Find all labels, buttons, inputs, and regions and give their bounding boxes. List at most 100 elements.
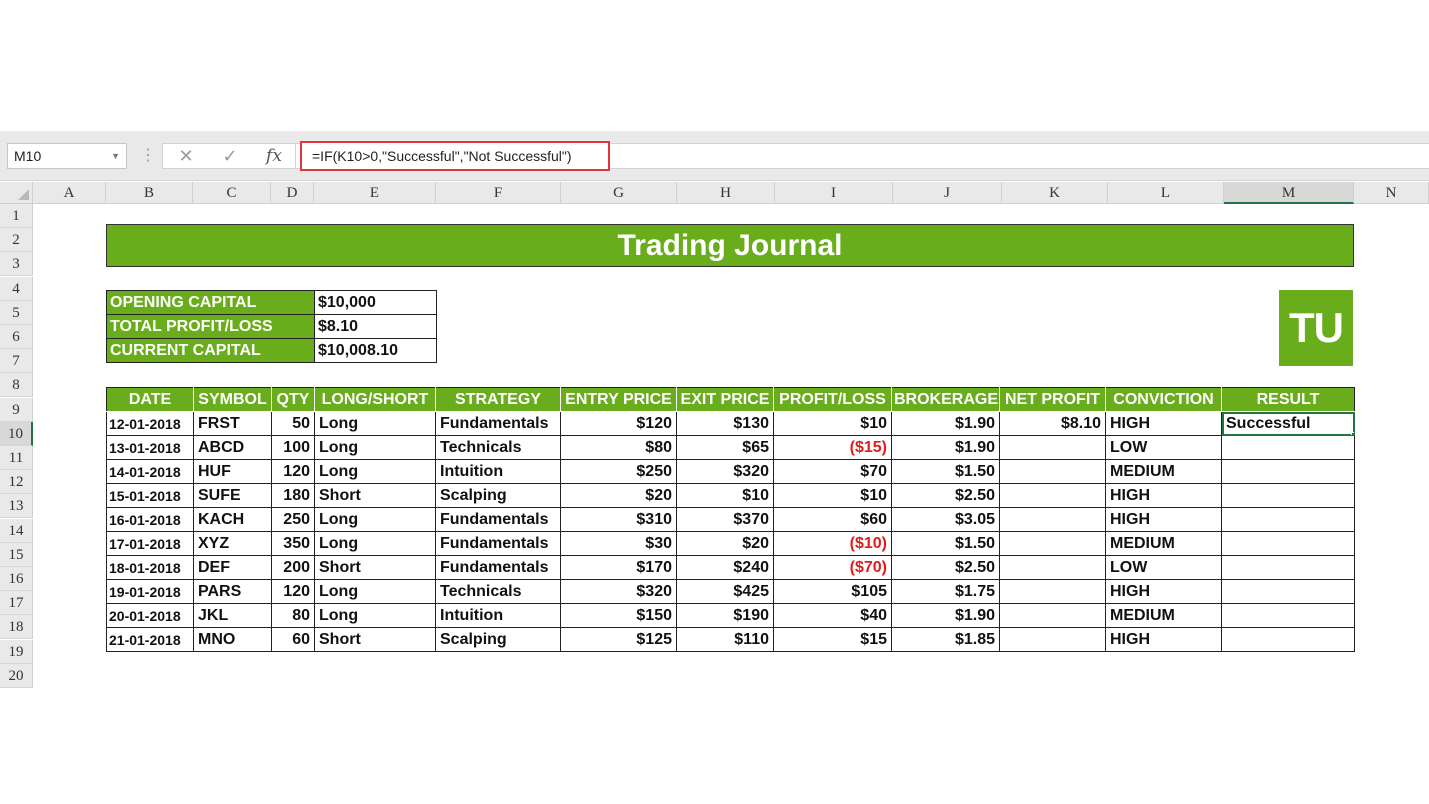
cell-brokerage[interactable]: $3.05 xyxy=(891,507,1000,532)
cell-result[interactable] xyxy=(1221,603,1355,628)
cell-brokerage[interactable]: $1.75 xyxy=(891,579,1000,604)
cell-conviction[interactable]: HIGH xyxy=(1105,627,1222,652)
cell-exit-price[interactable]: $370 xyxy=(676,507,774,532)
cell-brokerage[interactable]: $1.90 xyxy=(891,435,1000,460)
cell-entry-price[interactable]: $20 xyxy=(560,483,677,508)
cell-qty[interactable]: 50 xyxy=(271,411,315,436)
column-header-h[interactable]: H xyxy=(677,182,775,204)
cell-brokerage[interactable]: $1.50 xyxy=(891,531,1000,556)
column-conviction[interactable]: CONVICTION xyxy=(1105,387,1222,412)
column-qty[interactable]: QTY xyxy=(271,387,315,412)
cell-conviction[interactable]: MEDIUM xyxy=(1105,459,1222,484)
cell-result[interactable] xyxy=(1221,579,1355,604)
column-net-profit[interactable]: NET PROFIT xyxy=(999,387,1106,412)
cell-net-profit[interactable] xyxy=(999,531,1106,556)
row-header-6[interactable]: 6 xyxy=(0,325,33,349)
row-header-19[interactable]: 19 xyxy=(0,639,33,664)
cell-result[interactable] xyxy=(1221,483,1355,508)
summary-value[interactable]: $10,000 xyxy=(314,290,437,315)
check-icon[interactable]: ✓ xyxy=(215,144,245,168)
cell-date[interactable]: 20-01-2018 xyxy=(106,603,194,628)
cell-symbol[interactable]: HUF xyxy=(193,459,272,484)
cell-brokerage[interactable]: $1.90 xyxy=(891,603,1000,628)
cell-profit-loss[interactable]: ($70) xyxy=(773,555,892,580)
cell-long-short[interactable]: Short xyxy=(314,627,436,652)
cell-profit-loss[interactable]: $10 xyxy=(773,483,892,508)
row-header-3[interactable]: 3 xyxy=(0,252,33,277)
cell-result[interactable] xyxy=(1221,435,1355,460)
cell-brokerage[interactable]: $2.50 xyxy=(891,555,1000,580)
column-header-k[interactable]: K xyxy=(1002,182,1108,204)
summary-label[interactable]: CURRENT CAPITAL xyxy=(106,338,315,363)
cell-entry-price[interactable]: $310 xyxy=(560,507,677,532)
summary-label[interactable]: TOTAL PROFIT/LOSS xyxy=(106,314,315,339)
cell-strategy[interactable]: Scalping xyxy=(435,627,561,652)
column-entry-price[interactable]: ENTRY PRICE xyxy=(560,387,677,412)
cell-conviction[interactable]: MEDIUM xyxy=(1105,603,1222,628)
row-header-17[interactable]: 17 xyxy=(0,591,33,616)
cell-exit-price[interactable]: $110 xyxy=(676,627,774,652)
cell-brokerage[interactable]: $2.50 xyxy=(891,483,1000,508)
cell-entry-price[interactable]: $250 xyxy=(560,459,677,484)
cell-strategy[interactable]: Intuition xyxy=(435,603,561,628)
cell-conviction[interactable]: MEDIUM xyxy=(1105,531,1222,556)
cell-entry-price[interactable]: $120 xyxy=(560,411,677,436)
cell-symbol[interactable]: PARS xyxy=(193,579,272,604)
fill-handle[interactable] xyxy=(1351,432,1354,435)
cell-date[interactable]: 19-01-2018 xyxy=(106,579,194,604)
cell-strategy[interactable]: Intuition xyxy=(435,459,561,484)
column-header-e[interactable]: E xyxy=(314,182,436,204)
row-header-5[interactable]: 5 xyxy=(0,300,33,325)
cell-long-short[interactable]: Long xyxy=(314,579,436,604)
row-header-11[interactable]: 11 xyxy=(0,446,33,470)
column-header-n[interactable]: N xyxy=(1354,182,1429,204)
cell-symbol[interactable]: JKL xyxy=(193,603,272,628)
column-header-m[interactable]: M xyxy=(1224,182,1354,204)
cell-long-short[interactable]: Long xyxy=(314,603,436,628)
cell-qty[interactable]: 350 xyxy=(271,531,315,556)
cell-net-profit[interactable] xyxy=(999,435,1106,460)
row-header-8[interactable]: 8 xyxy=(0,373,33,398)
cell-entry-price[interactable]: $30 xyxy=(560,531,677,556)
cell-entry-price[interactable]: $150 xyxy=(560,603,677,628)
cell-date[interactable]: 14-01-2018 xyxy=(106,459,194,484)
cell-conviction[interactable]: LOW xyxy=(1105,555,1222,580)
cell-qty[interactable]: 80 xyxy=(271,603,315,628)
column-result[interactable]: RESULT xyxy=(1221,387,1355,412)
cell-qty[interactable]: 120 xyxy=(271,459,315,484)
cell-profit-loss[interactable]: $10 xyxy=(773,411,892,436)
row-header-1[interactable]: 1 xyxy=(0,204,33,228)
cell-exit-price[interactable]: $130 xyxy=(676,411,774,436)
close-icon[interactable]: ✕ xyxy=(171,144,201,168)
cell-symbol[interactable]: FRST xyxy=(193,411,272,436)
column-header-a[interactable]: A xyxy=(33,182,106,204)
cell-net-profit[interactable] xyxy=(999,603,1106,628)
cell-qty[interactable]: 100 xyxy=(271,435,315,460)
cell-long-short[interactable]: Long xyxy=(314,507,436,532)
column-header-l[interactable]: L xyxy=(1108,182,1224,204)
cell-long-short[interactable]: Long xyxy=(314,459,436,484)
cell-qty[interactable]: 200 xyxy=(271,555,315,580)
cell-entry-price[interactable]: $170 xyxy=(560,555,677,580)
cell-long-short[interactable]: Long xyxy=(314,411,436,436)
column-long-short[interactable]: LONG/SHORT xyxy=(314,387,436,412)
column-header-j[interactable]: J xyxy=(893,182,1002,204)
cell-result[interactable] xyxy=(1221,627,1355,652)
cell-entry-price[interactable]: $125 xyxy=(560,627,677,652)
cell-conviction[interactable]: LOW xyxy=(1105,435,1222,460)
cell-qty[interactable]: 60 xyxy=(271,627,315,652)
cell-exit-price[interactable]: $320 xyxy=(676,459,774,484)
name-box[interactable]: M10 ▼ xyxy=(7,143,127,169)
cell-net-profit[interactable] xyxy=(999,483,1106,508)
row-header-10[interactable]: 10 xyxy=(0,421,33,446)
column-header-c[interactable]: C xyxy=(193,182,271,204)
row-header-12[interactable]: 12 xyxy=(0,470,33,495)
chevron-down-icon[interactable]: ▼ xyxy=(111,144,120,168)
cell-result[interactable] xyxy=(1221,555,1355,580)
cell-result[interactable] xyxy=(1221,531,1355,556)
column-symbol[interactable]: SYMBOL xyxy=(193,387,272,412)
cell-date[interactable]: 17-01-2018 xyxy=(106,531,194,556)
cell-profit-loss[interactable]: ($15) xyxy=(773,435,892,460)
column-header-d[interactable]: D xyxy=(271,182,314,204)
column-header-g[interactable]: G xyxy=(561,182,677,204)
